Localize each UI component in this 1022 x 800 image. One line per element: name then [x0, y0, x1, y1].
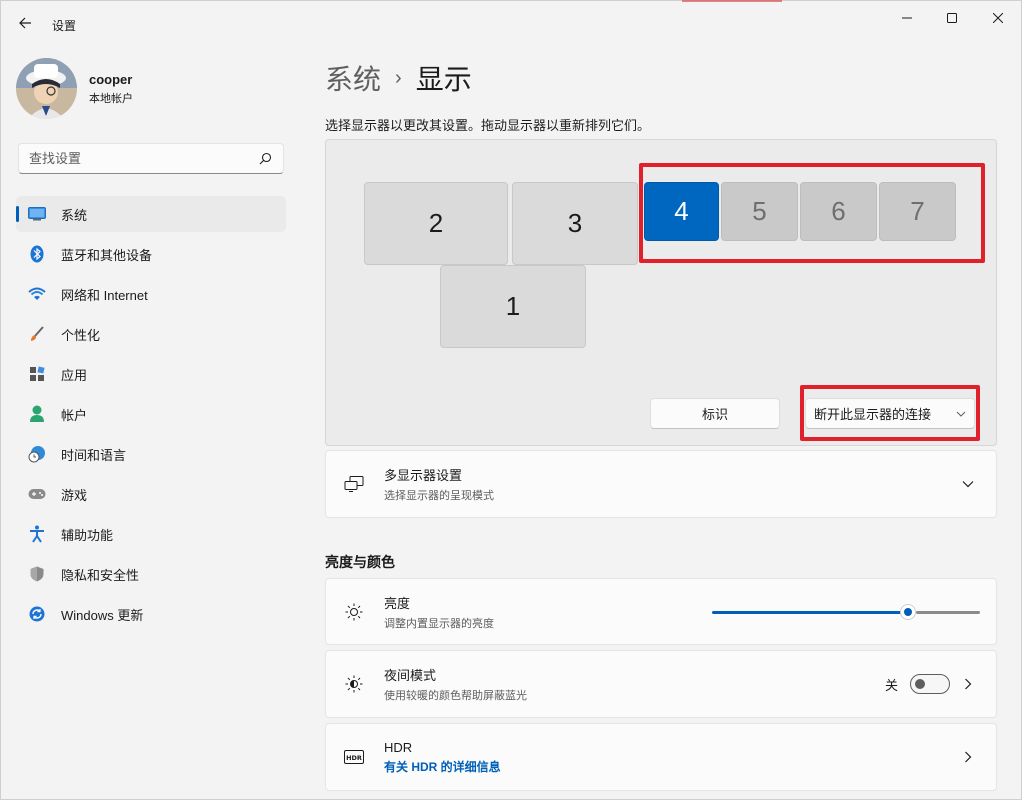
brush-icon	[28, 325, 46, 343]
monitor-4[interactable]: 4	[644, 182, 719, 241]
multi-display-card[interactable]: 多显示器设置 选择显示器的呈现模式	[325, 450, 997, 518]
monitor-5[interactable]: 5	[721, 182, 798, 241]
night-light-title: 夜间模式	[384, 668, 437, 683]
sidebar-item-windows-update[interactable]: Windows 更新	[16, 596, 286, 632]
sidebar-item-bluetooth[interactable]: 蓝牙和其他设备	[16, 236, 286, 272]
breadcrumb: 系统 › 显示	[325, 58, 472, 98]
sidebar-item-label: 时间和语言	[61, 447, 127, 463]
wifi-icon	[28, 285, 46, 303]
sidebar-item-accessibility[interactable]: 辅助功能	[16, 516, 286, 552]
sidebar-item-label: Windows 更新	[61, 607, 144, 623]
sidebar-item-label: 辅助功能	[61, 527, 114, 543]
dropdown-selected-value: 断开此显示器的连接	[814, 407, 932, 422]
app-title: 设置	[52, 19, 77, 33]
profile-name: cooper	[89, 71, 133, 87]
night-light-icon	[344, 674, 364, 694]
hdr-learn-more-link[interactable]: 有关 HDR 的详细信息	[384, 758, 958, 775]
avatar	[16, 58, 77, 119]
account-icon	[28, 405, 46, 423]
brightness-slider[interactable]	[712, 602, 980, 622]
sidebar-item-time-language[interactable]: 时间和语言	[16, 436, 286, 472]
display-instruction: 选择显示器以更改其设置。拖动显示器以重新排列它们。	[325, 118, 651, 133]
slider-fill	[712, 610, 904, 614]
sidebar-item-label: 网络和 Internet	[61, 287, 148, 303]
night-light-card[interactable]: 夜间模式 使用较暖的颜色帮助屏蔽蓝光 关	[325, 650, 997, 718]
multi-display-subtitle: 选择显示器的呈现模式	[384, 490, 494, 502]
breadcrumb-parent[interactable]: 系统	[325, 58, 381, 98]
clock-globe-icon	[28, 445, 46, 463]
sidebar-item-label: 个性化	[61, 327, 101, 343]
sidebar-item-personalization[interactable]: 个性化	[16, 316, 286, 352]
multi-display-title: 多显示器设置	[384, 468, 463, 483]
brightness-subtitle: 调整内置显示器的亮度	[384, 617, 494, 630]
breadcrumb-separator: ›	[395, 66, 402, 89]
bluetooth-icon	[28, 245, 46, 263]
slider-track	[916, 610, 980, 614]
toggle-knob	[915, 679, 925, 689]
brightness-title: 亮度	[384, 595, 411, 611]
search-box[interactable]	[18, 143, 284, 174]
chevron-down-icon[interactable]	[958, 474, 978, 494]
minimize-button[interactable]	[884, 6, 930, 30]
search-input[interactable]	[29, 151, 257, 166]
sidebar-item-label: 系统	[61, 207, 88, 223]
back-arrow-icon	[19, 17, 31, 29]
close-button[interactable]	[975, 6, 1021, 30]
sidebar-item-privacy[interactable]: 隐私和安全性	[16, 556, 286, 592]
sidebar-item-system[interactable]: 系统	[16, 196, 286, 232]
hdr-title: HDR	[384, 739, 413, 755]
monitor-3[interactable]: 3	[512, 182, 638, 265]
title-bar: 设置	[0, 0, 1022, 44]
brightness-icon	[344, 602, 364, 622]
display-arrangement-panel: 2 3 4 5 6 7 1 标识 断开此显示器的连接	[325, 139, 997, 446]
sidebar-item-network[interactable]: 网络和 Internet	[16, 276, 286, 312]
monitor-7[interactable]: 7	[879, 182, 956, 241]
page-title: 显示	[415, 64, 472, 95]
sidebar-item-label: 蓝牙和其他设备	[61, 247, 153, 263]
chevron-right-icon[interactable]	[958, 674, 978, 694]
gamepad-icon	[28, 485, 46, 503]
multiple-displays-icon	[344, 474, 364, 494]
monitor-1[interactable]: 1	[440, 265, 586, 348]
svg-text:HDR: HDR	[346, 754, 362, 762]
chevron-right-icon[interactable]	[958, 747, 978, 767]
search-icon[interactable]	[257, 151, 273, 167]
sidebar-item-label: 游戏	[61, 487, 88, 503]
minimize-icon	[902, 17, 912, 19]
hdr-card[interactable]: HDR HDR 有关 HDR 的详细信息	[325, 723, 997, 791]
sidebar-item-label: 帐户	[61, 407, 88, 423]
sidebar-item-apps[interactable]: 应用	[16, 356, 286, 392]
apps-icon	[28, 365, 46, 383]
section-title-brightness-color: 亮度与颜色	[325, 554, 395, 570]
user-profile[interactable]: cooper 本地帐户	[16, 58, 133, 119]
maximize-button[interactable]	[929, 6, 975, 30]
night-light-toggle[interactable]	[910, 674, 950, 694]
close-icon	[993, 13, 1003, 23]
sidebar-item-accounts[interactable]: 帐户	[16, 396, 286, 432]
update-icon	[28, 605, 46, 623]
sidebar-item-label: 隐私和安全性	[61, 567, 140, 583]
monitor-6[interactable]: 6	[800, 182, 877, 241]
system-icon	[28, 205, 46, 223]
maximize-icon	[947, 13, 957, 23]
night-light-state-label: 关	[884, 677, 898, 693]
slider-thumb[interactable]	[900, 603, 916, 620]
monitor-2[interactable]: 2	[364, 182, 508, 265]
chevron-down-icon	[956, 411, 966, 417]
night-light-subtitle: 使用较暖的颜色帮助屏蔽蓝光	[384, 690, 527, 702]
sidebar-nav: 系统 蓝牙和其他设备 网络和 Internet 个性化 应用 帐户 时间和语言 …	[16, 196, 286, 636]
display-connection-dropdown[interactable]: 断开此显示器的连接	[805, 398, 975, 429]
back-button[interactable]	[14, 12, 36, 34]
sidebar-item-gaming[interactable]: 游戏	[16, 476, 286, 512]
accessibility-icon	[28, 525, 46, 543]
hdr-icon: HDR	[344, 747, 364, 767]
brightness-card: 亮度 调整内置显示器的亮度	[325, 578, 997, 645]
identify-button[interactable]: 标识	[650, 398, 780, 429]
profile-account-type: 本地帐户	[89, 92, 133, 105]
sidebar-item-label: 应用	[61, 367, 88, 383]
shield-icon	[28, 565, 46, 583]
